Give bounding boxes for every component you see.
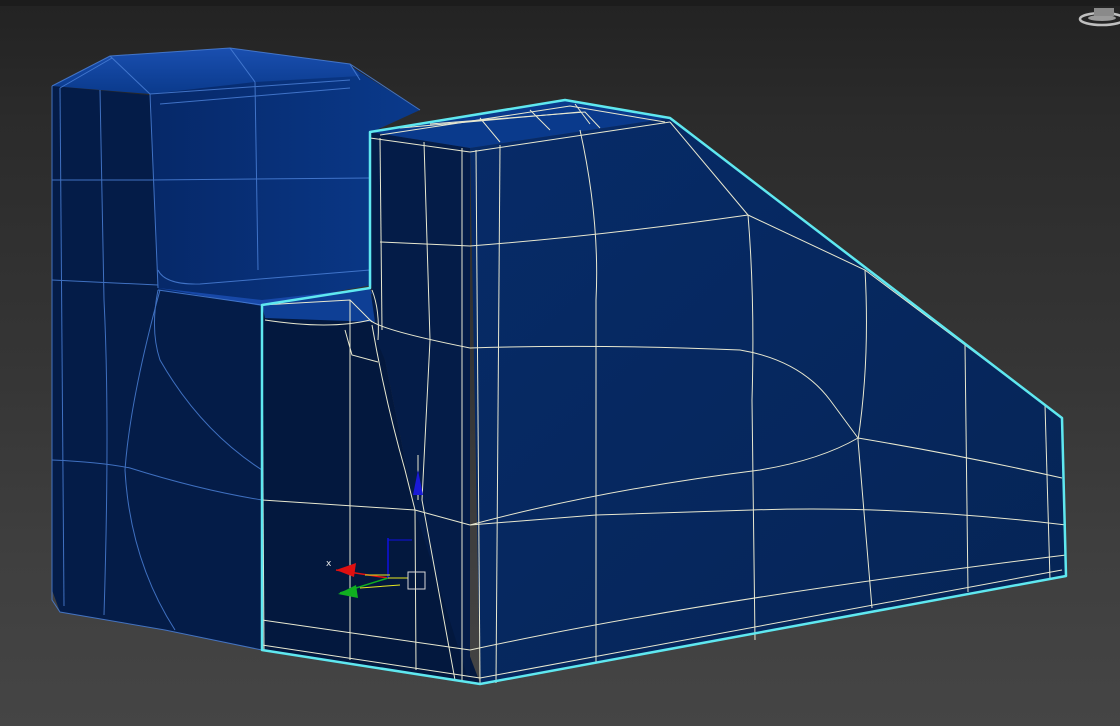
front-block-mesh[interactable] bbox=[260, 98, 1068, 686]
scene-canvas[interactable]: x bbox=[0, 0, 1120, 726]
front-block-main-face bbox=[470, 118, 1066, 684]
gizmo-x-label: x bbox=[326, 559, 332, 569]
viewcube-icon[interactable] bbox=[1078, 8, 1120, 27]
3d-viewport[interactable]: x bbox=[0, 0, 1120, 726]
